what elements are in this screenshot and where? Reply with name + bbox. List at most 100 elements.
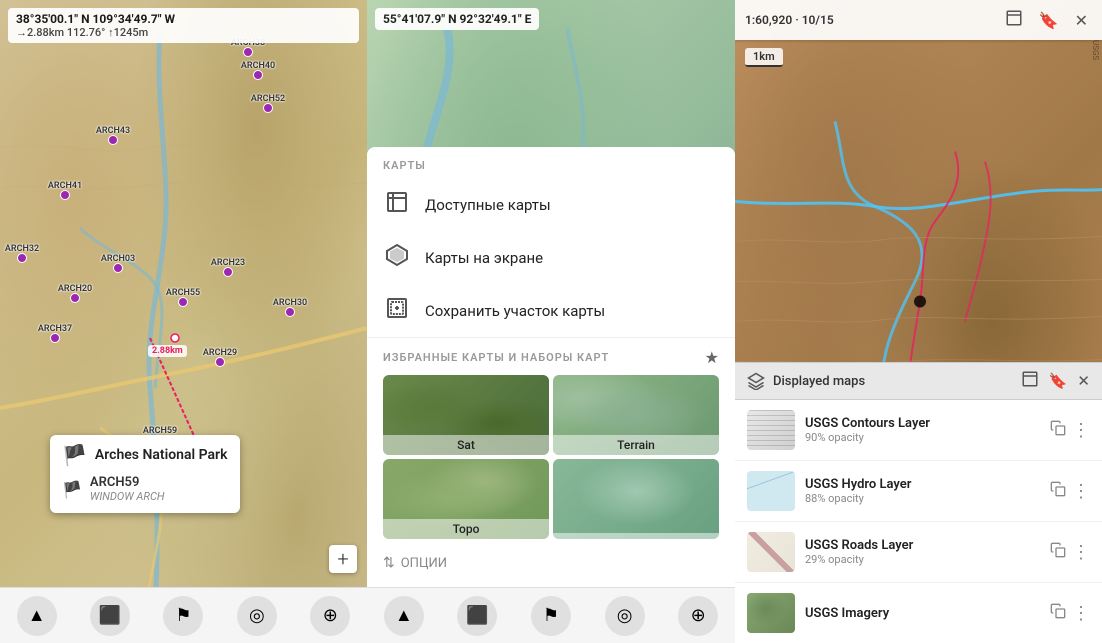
layer-more-contours-icon[interactable]: ⋮ [1072, 420, 1090, 441]
marker-label-arch43: ARCH43 [96, 126, 130, 136]
marker-label-arch30: ARCH30 [273, 298, 307, 308]
popup-item[interactable]: 🏴 ARCH59 WINDOW ARCH [62, 473, 228, 505]
toolbar-mountain-btn[interactable]: ▲ [15, 594, 59, 638]
dm-close-icon[interactable]: ✕ [1077, 372, 1090, 390]
popup-item-flag-icon: 🏴 [62, 480, 82, 499]
layer-copy-hydro-icon[interactable] [1050, 481, 1066, 501]
marker-label-arch52: ARCH52 [251, 94, 285, 104]
marker-arch52[interactable] [263, 103, 273, 113]
layers-toggle-icon[interactable] [1001, 7, 1027, 33]
target2-icon[interactable]: ◎ [605, 596, 645, 636]
bottom-toolbar-2: ▲ ⬛ ⚑ ◎ ⊕ [367, 587, 735, 643]
layer-name-hydro: USGS Hydro Layer [805, 477, 1040, 492]
marker-arch43[interactable] [108, 135, 118, 145]
compass2-icon[interactable]: ⊕ [678, 596, 718, 636]
marker-arch23[interactable] [223, 267, 233, 277]
tile-terrain[interactable]: Terrain [553, 375, 719, 455]
layer-name-imagery: USGS Imagery [805, 606, 1040, 621]
toolbar-flag-btn[interactable]: ⚑ [161, 594, 205, 638]
toolbar-map-btn[interactable]: ⬛ [88, 594, 132, 638]
layer-copy-contours-icon[interactable] [1050, 420, 1066, 440]
layer-item-hydro[interactable]: USGS Hydro Layer 88% opacity ⋮ [735, 461, 1102, 522]
favorites-title: ИЗБРАННЫЕ КАРТЫ И НАБОРЫ КАРТ [383, 351, 609, 364]
zoom-in-button[interactable]: + [329, 545, 357, 573]
menu-item-save-area[interactable]: Сохранить участок карты [367, 284, 735, 337]
bookmark-icon[interactable]: 🔖 [1035, 9, 1063, 32]
options-row[interactable]: ⇅ ОПЦИИ [367, 547, 735, 579]
toolbar2-flag-btn[interactable]: ⚑ [529, 594, 573, 638]
layer-copy-imagery-icon[interactable] [1050, 603, 1066, 623]
layer-item-imagery[interactable]: USGS Imagery ⋮ [735, 583, 1102, 643]
location-popup[interactable]: 🏴 Arches National Park 🏴 ARCH59 WINDOW A… [50, 435, 240, 513]
menu-item-maps-on-screen[interactable]: Карты на экране [367, 231, 735, 284]
layer-info-imagery: USGS Imagery [805, 606, 1040, 621]
layer-more-roads-icon[interactable]: ⋮ [1072, 542, 1090, 563]
layer-copy-roads-icon[interactable] [1050, 542, 1066, 562]
close-icon[interactable]: ✕ [1071, 9, 1092, 32]
dm-layers-icon[interactable] [1021, 370, 1039, 392]
tile-terrain-label: Terrain [553, 435, 719, 455]
save-area-icon [383, 296, 411, 325]
popup-title-row: 🏴 Arches National Park [62, 443, 228, 467]
coords-box: 38°35'00.1" N 109°34'49.7" W →2.88km 112… [8, 8, 359, 43]
favorites-header: ИЗБРАННЫЕ КАРТЫ И НАБОРЫ КАРТ ★ [367, 338, 735, 375]
distance-label: 2.88km [148, 345, 187, 357]
scale-info: 1:60,920 · 10/15 [745, 13, 834, 27]
marker-arch41[interactable] [60, 190, 70, 200]
tile-4[interactable] [553, 459, 719, 539]
layer-thumb-contours [747, 410, 795, 450]
favorites-add-btn[interactable]: ★ [705, 348, 719, 367]
marker-arch30[interactable] [285, 307, 295, 317]
popup-item-name: ARCH59 [90, 475, 165, 490]
toolbar-compass-btn[interactable]: ⊕ [308, 594, 352, 638]
marker-arch38[interactable] [243, 47, 253, 57]
target-icon[interactable]: ◎ [237, 596, 277, 636]
layer-item-contours[interactable]: USGS Contours Layer 90% opacity ⋮ [735, 400, 1102, 461]
popup-title: Arches National Park [95, 447, 228, 463]
tile-4-label [553, 533, 719, 539]
tile-sat-label: Sat [383, 435, 549, 455]
map-tiles-grid: Sat Terrain Topo [367, 375, 735, 547]
maps-on-screen-icon [383, 243, 411, 272]
marker-arch55[interactable] [178, 297, 188, 307]
marker-label-arch03: ARCH03 [101, 254, 135, 264]
marker-arch03[interactable] [113, 263, 123, 273]
flag-icon[interactable]: ⚑ [163, 596, 203, 636]
tile-topo[interactable]: Topo [383, 459, 549, 539]
displayed-maps-actions: 🔖 ✕ [1021, 370, 1090, 392]
map-square2-icon[interactable]: ⬛ [457, 596, 497, 636]
map-square-icon[interactable]: ⬛ [90, 596, 130, 636]
mountain-icon[interactable]: ▲ [17, 596, 57, 636]
layers-list: USGS Contours Layer 90% opacity ⋮ USGS H… [735, 400, 1102, 643]
layer-opacity-contours: 90% opacity [805, 431, 1040, 444]
maps-on-screen-label: Карты на экране [425, 249, 543, 267]
toolbar2-compass-btn[interactable]: ⊕ [676, 594, 720, 638]
marker-arch29[interactable] [215, 357, 225, 367]
layer-info-hydro: USGS Hydro Layer 88% opacity [805, 477, 1040, 505]
options-label: ОПЦИИ [401, 556, 447, 571]
layer-info-roads: USGS Roads Layer 29% opacity [805, 538, 1040, 566]
menu-item-available-maps[interactable]: Доступные карты [367, 178, 735, 231]
marker-arch37[interactable] [50, 333, 60, 343]
options-expand-icon: ⇅ [383, 555, 395, 571]
layer-more-imagery-icon[interactable]: ⋮ [1072, 603, 1090, 624]
toolbar2-target-btn[interactable]: ◎ [603, 594, 647, 638]
marker-arch20[interactable] [70, 293, 80, 303]
marker-arch32[interactable] [17, 253, 27, 263]
toolbar-target-btn[interactable]: ◎ [235, 594, 279, 638]
toolbar2-mountain-btn[interactable]: ▲ [382, 594, 426, 638]
flag2-icon[interactable]: ⚑ [531, 596, 571, 636]
marker-arch40[interactable] [253, 70, 263, 80]
layer-name-roads: USGS Roads Layer [805, 538, 1040, 553]
dm-bookmark-icon[interactable]: 🔖 [1049, 372, 1068, 390]
tile-sat[interactable]: Sat [383, 375, 549, 455]
tile-topo-label: Topo [383, 519, 549, 539]
marker-label-arch32: ARCH32 [5, 244, 39, 254]
layer-item-roads[interactable]: USGS Roads Layer 29% opacity ⋮ [735, 522, 1102, 583]
toolbar2-map-btn[interactable]: ⬛ [455, 594, 499, 638]
layer-more-hydro-icon[interactable]: ⋮ [1072, 481, 1090, 502]
compass-icon[interactable]: ⊕ [310, 596, 350, 636]
mountain2-icon[interactable]: ▲ [384, 596, 424, 636]
layer-actions-roads: ⋮ [1050, 542, 1090, 563]
available-maps-label: Доступные карты [425, 196, 551, 214]
